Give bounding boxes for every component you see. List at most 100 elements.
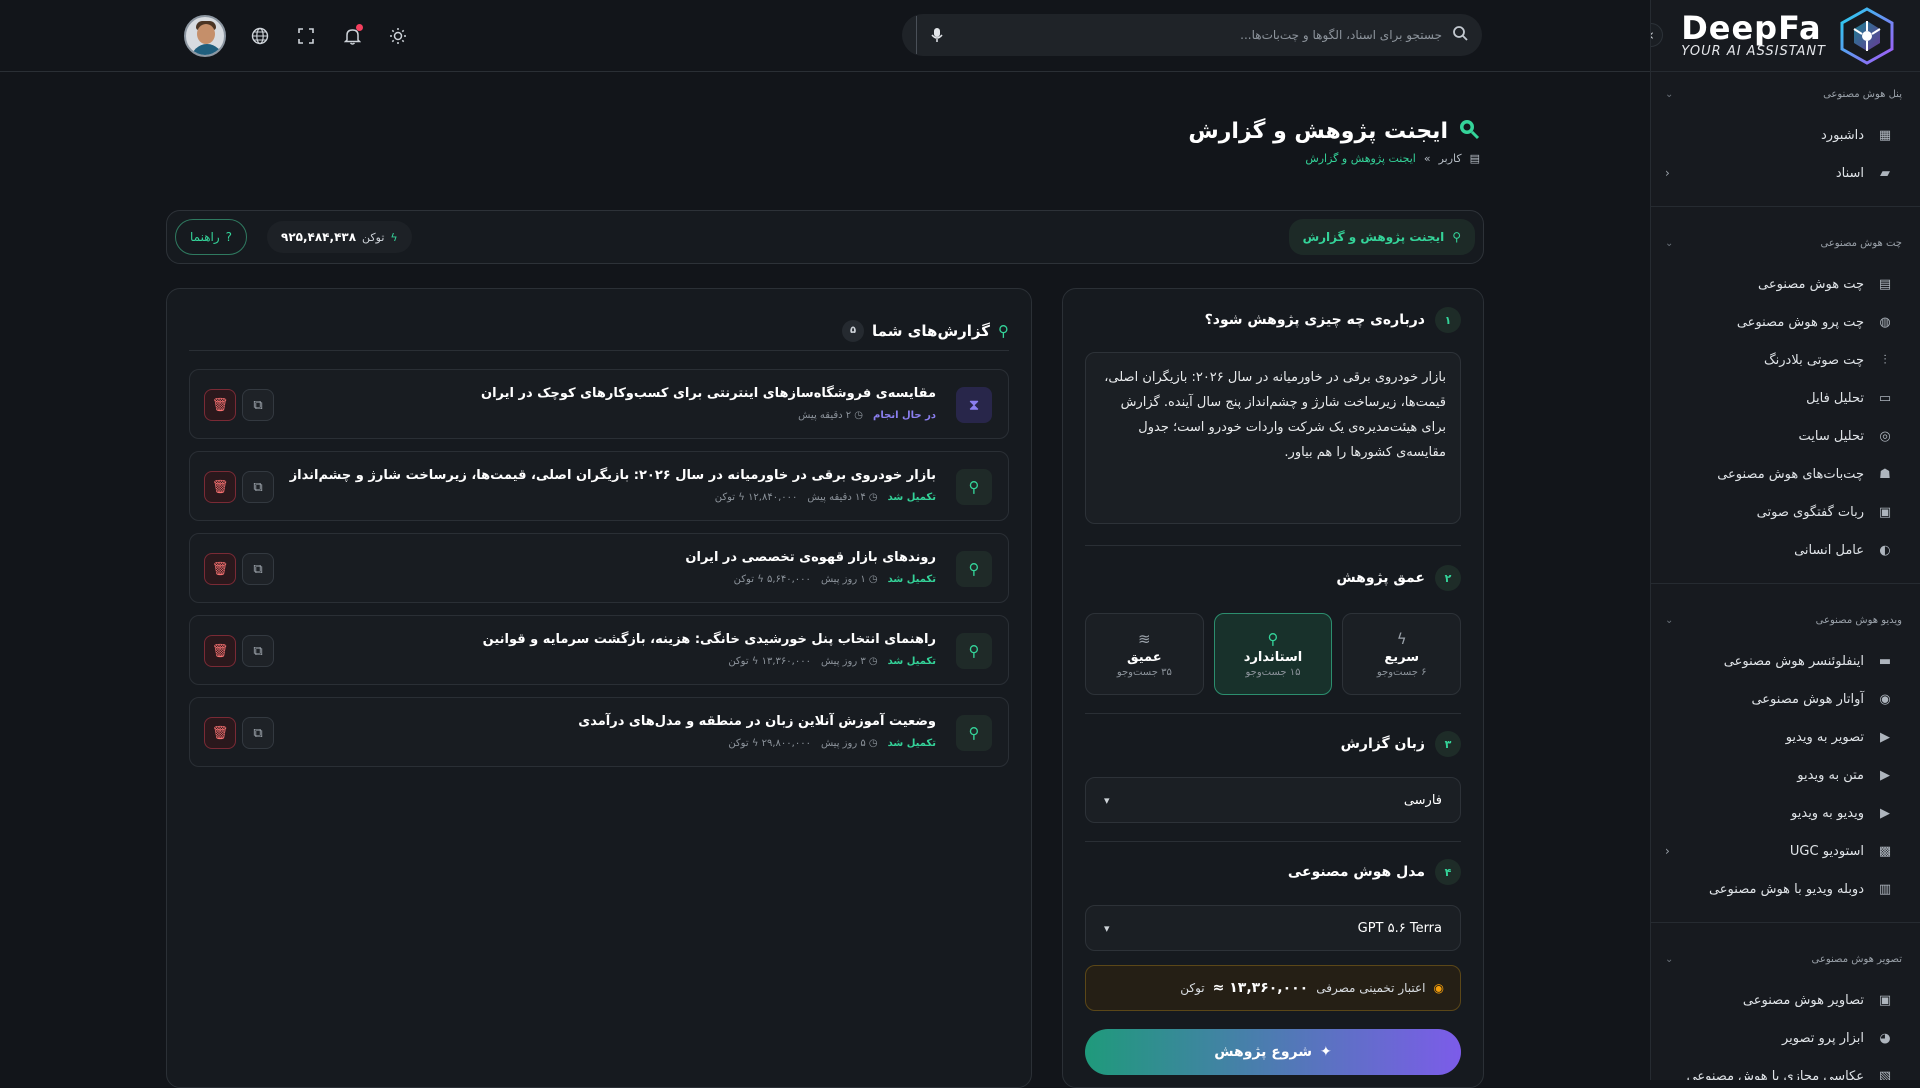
report-item[interactable]: ⧗ مقایسه‌ی فروشگاه‌سازهای اینترنتی برای … — [189, 369, 1009, 439]
waveform-icon: ⫶ — [1883, 352, 1887, 368]
report-title[interactable]: راهنمای انتخاب پنل خورشیدی خانگی: هزینه،… — [483, 632, 936, 647]
sidebar-item[interactable]: ⫶ چت صوتی بلادرنگ — [1651, 341, 1902, 379]
breadcrumb-user[interactable]: کاربر — [1439, 152, 1462, 165]
report-item[interactable]: ⚲ وضعیت آموزش آنلاین زبان در منطقه و مدل… — [189, 697, 1009, 767]
search-doc-icon: ⚲ — [956, 633, 992, 669]
sidebar-item[interactable]: ▧ عکاسی مجازی با هوش مصنوعی — [1651, 1057, 1902, 1081]
open-report-button[interactable]: ⧉ — [242, 553, 274, 585]
depth-option-quick[interactable]: ϟ سریع ۶ جست‌وجو — [1342, 613, 1461, 695]
theme-sun-icon[interactable] — [386, 24, 410, 48]
breadcrumb: ▤ کاربر » ایجنت پژوهش و گزارش — [1305, 152, 1480, 165]
step-number: ۲ — [1435, 565, 1461, 591]
sidebar-item[interactable]: ▬ اینفلوئنسر هوش مصنوعی — [1651, 642, 1902, 680]
report-language-select[interactable]: فارسی ▾ — [1085, 777, 1461, 823]
report-title[interactable]: مقایسه‌ی فروشگاه‌سازهای اینترنتی برای کس… — [481, 386, 936, 401]
report-item[interactable]: ⚲ بازار خودروی برقی در خاورمیانه در سال … — [189, 451, 1009, 521]
sidebar-item[interactable]: ▩ استودیو UGC ‹ — [1651, 832, 1902, 870]
report-tokens-text: ۵,۶۴۰,۰۰۰ توکن — [733, 574, 811, 585]
brand-logo[interactable]: DeepFa YOUR AI ASSISTANT — [1651, 0, 1920, 72]
sidebar-item[interactable]: ▦ داشبورد — [1651, 116, 1902, 154]
research-topic-textarea[interactable]: بازار خودروی برقی در خاورمیانه در سال ۲۰… — [1085, 352, 1461, 524]
step-number: ۳ — [1435, 731, 1461, 757]
sidebar-item[interactable]: ▶ متن به ویدیو — [1651, 756, 1902, 794]
delete-report-button[interactable]: 🗑 — [204, 553, 236, 585]
step-title: مدل هوش مصنوعی — [1287, 864, 1425, 880]
folder-icon: ▰ — [1880, 165, 1890, 181]
search-doc-icon: ⚲ — [998, 321, 1009, 340]
report-title[interactable]: وضعیت آموزش آنلاین زبان در منطقه و مدل‌ه… — [578, 714, 936, 729]
report-tokens: ϟ ۲۹,۸۰۰,۰۰۰ توکن — [728, 738, 811, 749]
sidebar-item[interactable]: ◕ ابزار پرو تصویر — [1651, 1019, 1902, 1057]
sidebar-item[interactable]: ▭ تحلیل فایل — [1651, 379, 1902, 417]
search-icon: ⚲ — [1452, 230, 1461, 244]
open-report-button[interactable]: ⧉ — [242, 717, 274, 749]
external-link-icon: ⧉ — [253, 725, 263, 741]
sidebar-item[interactable]: ▥ دوبله ویدیو با هوش مصنوعی — [1651, 870, 1902, 908]
language-globe-icon[interactable] — [248, 24, 272, 48]
report-time: ◷ ۲ دقیقه پیش — [798, 410, 864, 421]
sidebar-item[interactable]: ☗ چت‌بات‌های هوش مصنوعی — [1651, 455, 1902, 493]
brand-tagline: YOUR AI ASSISTANT — [1681, 44, 1826, 59]
sidebar-section: چت هوش مصنوعی ⌄ ▤ چت هوش مصنوعی ◍ چت پرو هوش … — [1651, 221, 1920, 569]
microphone-icon[interactable] — [916, 16, 956, 54]
report-item[interactable]: ⚲ راهنمای انتخاب پنل خورشیدی خانگی: هزین… — [189, 615, 1009, 685]
fullscreen-icon[interactable] — [294, 24, 318, 48]
chevron-down-icon: ⌄ — [1665, 614, 1674, 626]
start-research-button[interactable]: ✦ شروع پژوهش — [1085, 1029, 1461, 1075]
sidebar-section-header[interactable]: چت هوش مصنوعی ⌄ — [1651, 221, 1902, 265]
search-bar[interactable]: جستجو برای اسناد، الگوها و چت‌بات‌ها... — [902, 14, 1482, 56]
delete-report-button[interactable]: 🗑 — [204, 635, 236, 667]
video-video-icon: ▶ — [1880, 805, 1890, 821]
globe-icon: ◎ — [1879, 428, 1891, 444]
sidebar-item[interactable]: ▤ چت هوش مصنوعی — [1651, 265, 1902, 303]
trash-icon: 🗑 — [211, 479, 229, 495]
chevron-down-icon: ▾ — [1104, 793, 1110, 807]
search-icon: ⚲ — [1267, 630, 1279, 648]
report-meta: تکمیل شد ◷ ۱۴ دقیقه پیش ϟ ۱۲,۸۴۰,۰۰۰ توک… — [715, 492, 936, 503]
report-tokens-text: ۱۳,۳۶۰,۰۰۰ توکن — [728, 656, 811, 667]
sidebar-section-header[interactable]: تصویر هوش مصنوعی ⌄ — [1651, 937, 1902, 981]
depth-option-sub: ۳۵ جست‌وجو — [1116, 667, 1172, 678]
studio-icon: ▩ — [1878, 843, 1892, 859]
open-report-button[interactable]: ⧉ — [242, 635, 274, 667]
report-item[interactable]: ⚲ روندهای بازار قهوه‌ی تخصصی در ایران تک… — [189, 533, 1009, 603]
report-title[interactable]: روندهای بازار قهوه‌ی تخصصی در ایران — [685, 550, 936, 565]
sidebar-item[interactable]: ▣ ربات گفتگوی صوتی — [1651, 493, 1902, 531]
search-doc-icon: ⚲ — [956, 469, 992, 505]
sidebar-item[interactable]: ◍ چت پرو هوش مصنوعی — [1651, 303, 1902, 341]
sidebar-section-header[interactable]: ویدیو هوش مصنوعی ⌄ — [1651, 598, 1902, 642]
sidebar-item[interactable]: ▶ ویدیو به ویدیو — [1651, 794, 1902, 832]
open-report-button[interactable]: ⧉ — [242, 389, 274, 421]
step-title: زبان گزارش — [1340, 736, 1425, 752]
sidebar-item-label: چت هوش مصنوعی — [1758, 276, 1864, 292]
hourglass-icon: ⧗ — [956, 387, 992, 423]
sidebar-section-header[interactable]: پنل هوش مصنوعی ⌄ — [1651, 72, 1902, 116]
page-title-text: ایجنت پژوهش و گزارش — [1188, 119, 1448, 144]
user-avatar[interactable] — [184, 15, 226, 57]
search-input[interactable]: جستجو برای اسناد، الگوها و چت‌بات‌ها... — [966, 28, 1442, 42]
open-report-button[interactable]: ⧉ — [242, 471, 274, 503]
tab-research-agent[interactable]: ⚲ ایجنت پژوهش و گزارش — [1288, 219, 1475, 255]
sidebar-item[interactable]: ◉ آواتار هوش مصنوعی — [1651, 680, 1902, 718]
notification-bell-icon[interactable] — [340, 24, 364, 48]
sidebar-item[interactable]: ▣ تصاویر هوش مصنوعی — [1651, 981, 1902, 1019]
report-title[interactable]: بازار خودروی برقی در خاورمیانه در سال ۲۰… — [290, 468, 936, 483]
chevron-down-icon: ⌄ — [1665, 237, 1674, 249]
sidebar-section-title: ویدیو هوش مصنوعی — [1815, 614, 1902, 626]
report-tokens: ϟ ۱۲,۸۴۰,۰۰۰ توکن — [714, 492, 798, 503]
guide-button[interactable]: ? راهنما — [175, 219, 248, 255]
sidebar-item[interactable]: ▶ تصویر به ویدیو — [1651, 718, 1902, 756]
step-topic-header: ۱ درباره‌ی چه چیزی پژوهش شود؟ — [1085, 307, 1461, 333]
delete-report-button[interactable]: 🗑 — [204, 717, 236, 749]
ai-model-select[interactable]: GPT ۵.۶ Terra ▾ — [1085, 905, 1461, 951]
depth-option-standard[interactable]: ⚲ استاندارد ۱۵ جست‌وجو — [1213, 613, 1333, 695]
token-value: ۹۲۵,۴۸۴,۴۳۸ — [281, 230, 357, 244]
sidebar-item[interactable]: ◎ تحلیل سایت — [1651, 417, 1902, 455]
sidebar-item[interactable]: ▰ اسناد ‹ — [1651, 154, 1902, 192]
chevron-left-icon: ‹ — [1665, 844, 1670, 858]
sidebar-item[interactable]: ◐ عامل انسانی — [1651, 531, 1902, 569]
delete-report-button[interactable]: 🗑 — [204, 471, 236, 503]
sidebar-section-title: چت هوش مصنوعی — [1820, 237, 1902, 249]
delete-report-button[interactable]: 🗑 — [204, 389, 236, 421]
depth-option-deep[interactable]: ≋ عمیق ۳۵ جست‌وجو — [1084, 613, 1204, 695]
